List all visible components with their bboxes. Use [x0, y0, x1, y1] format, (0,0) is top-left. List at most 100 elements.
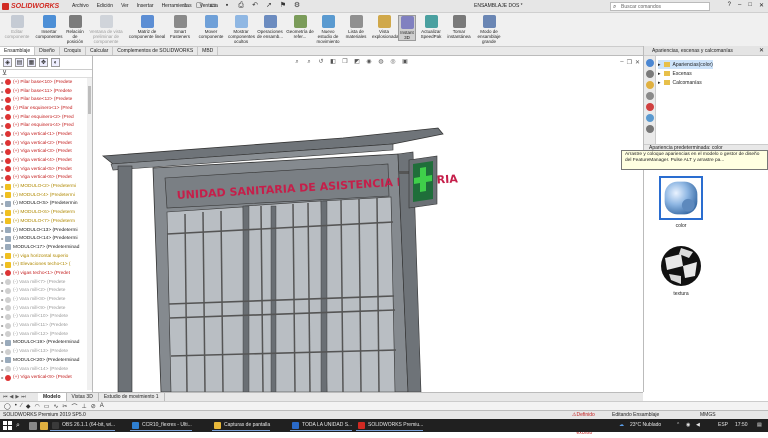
undo-icon[interactable]: ↶ [250, 1, 260, 11]
ribbon-button[interactable]: Geometría de refer... [286, 15, 314, 39]
tree-row[interactable]: ▸ (-) Vara mill<11> (Predete [0, 321, 92, 330]
tab-3[interactable]: Calcular [86, 47, 114, 55]
ribbon-button[interactable]: Editar componente [4, 15, 30, 39]
relations-tool-icon[interactable]: ⊘ [91, 403, 96, 410]
expand-arrow-icon[interactable]: ▸ [658, 62, 661, 68]
tab-5[interactable]: MBD [198, 47, 219, 55]
tree-row[interactable]: ▸ MODULO<20> (Predeterminad [0, 356, 92, 365]
tree-row[interactable]: ▸ (-) MODULO<13> (Predetermi [0, 226, 92, 235]
rectangle-tool-icon[interactable]: ▭ [44, 403, 50, 410]
ribbon-button[interactable]: Lista de materiales [342, 15, 370, 39]
feature-tree-icon[interactable]: ◈ [3, 58, 12, 67]
tree-row[interactable]: ▸ (+) Viga vertical<2> (Predet [0, 139, 92, 148]
file-explorer-tab-icon[interactable] [646, 81, 654, 89]
tree-row[interactable]: ▸ (+) MODULO<7> (Predeterm [0, 217, 92, 226]
last-tab-icon[interactable]: ⏭ [21, 394, 26, 400]
appearances-tree-item[interactable]: ▸ Apariencias(color) [658, 60, 713, 69]
search-commands-input[interactable]: ⌕ Buscar comandos [610, 2, 710, 11]
ribbon-button[interactable]: Tomar instantánea [446, 15, 472, 39]
ribbon-button[interactable]: Relación de posición [64, 15, 86, 44]
tray-chevron-icon[interactable]: ⌃ [676, 419, 680, 432]
file-explorer-icon[interactable] [40, 422, 48, 430]
bottom-tab-1[interactable]: Vistas 3D [67, 393, 99, 401]
taskbar-app[interactable]: TODA LA UNIDAD S... [290, 420, 353, 431]
view-palette-tab-icon[interactable] [646, 92, 654, 100]
menu-item[interactable]: Ver [121, 3, 129, 9]
tree-row[interactable]: ▸ (+) Viga vertical<4> (Predet [0, 156, 92, 165]
tree-row[interactable]: ▸ (-) MODULO<4> (Predetermi [0, 191, 92, 200]
menu-item[interactable]: Archivo [72, 3, 89, 9]
save-icon[interactable]: ▪ [222, 1, 232, 11]
tree-row[interactable]: ▸ (-) Pilar esquinero<1> (Pred [0, 104, 92, 113]
tab-1[interactable]: Diseño [35, 47, 60, 55]
solidworks-logo[interactable]: SOLIDWORKS [2, 2, 59, 11]
maximize-button[interactable]: □ [748, 2, 752, 9]
tab-4[interactable]: Complementos de SOLIDWORKS [113, 47, 199, 55]
tree-row[interactable]: ▸ (-) Vara mill<7> (Predete [0, 278, 92, 287]
tree-scrollbar[interactable] [87, 78, 92, 390]
solidworks-forum-tab-icon[interactable] [646, 125, 654, 133]
circle-tool-icon[interactable]: ◯ [4, 403, 11, 410]
tree-row[interactable]: ▸ (+) Viga vertical<3> (Predet [0, 148, 92, 157]
task-view-icon[interactable] [29, 422, 37, 430]
ribbon-button[interactable]: Instant 3D [398, 15, 416, 41]
spline-tool-icon[interactable]: ∿ [53, 403, 58, 410]
tree-row[interactable]: ▸ (-) Vara mill<14> (Predete [0, 365, 92, 374]
configuration-manager-icon[interactable]: ▦ [27, 58, 36, 67]
first-tab-icon[interactable]: ⏮ [3, 394, 8, 400]
tree-row[interactable]: ▸ (+) Pilar esquinero<2> (Pred [0, 113, 92, 122]
tree-scrollbar-thumb[interactable] [88, 86, 91, 114]
filter-icon[interactable]: ⊻ [0, 70, 92, 78]
trim-tool-icon[interactable]: ✂ [62, 403, 67, 410]
close-button[interactable]: ✕ [759, 2, 764, 9]
tree-row[interactable]: ▸ (-) Vara mill<10> (Predete [0, 313, 92, 322]
help-icon[interactable]: ? [728, 2, 731, 9]
line-tool-icon[interactable]: ∕ [21, 403, 22, 409]
ribbon-button[interactable]: Nuevo estudio de movimiento [316, 15, 340, 44]
custom-properties-tab-icon[interactable] [646, 114, 654, 122]
taskbar-app[interactable]: SOLIDWORKS Premiu... [356, 420, 424, 431]
tree-row[interactable]: ▸ (-) Vara mill<13> (Predete [0, 347, 92, 356]
rebuild-icon[interactable]: ⚑ [278, 1, 288, 11]
tree-row[interactable]: ▸ MODULO<17> (Predeterminad [0, 243, 92, 252]
tree-row[interactable]: ▸ (-) Vara mill<9> (Predete [0, 304, 92, 313]
texture-appearance-thumbnail[interactable] [659, 244, 703, 288]
tree-row[interactable]: ▸ (+) Viga vertical<5> (Predet [0, 165, 92, 174]
resources-tab-icon[interactable] [646, 59, 654, 67]
ribbon-button[interactable]: Vista explosionada [372, 15, 399, 39]
appearances-tree-item[interactable]: ▸ Calcomanías [658, 78, 713, 87]
display-manager-icon[interactable]: ◐ [51, 58, 60, 67]
taskbar-app[interactable]: OBS 26.1.1 (64-bit, wi... [50, 420, 116, 431]
ribbon-button[interactable]: Mostrar componentes ocultos [228, 15, 255, 44]
menu-item[interactable]: Insertar [137, 3, 154, 9]
network-icon[interactable]: ◉ [686, 419, 690, 432]
tree-row[interactable]: ▸ (+) Pilar base<12> (Predete [0, 95, 92, 104]
ribbon-button[interactable]: Smart Fasteners [168, 15, 192, 39]
text-tool-icon[interactable]: A [100, 403, 104, 409]
print-icon[interactable]: ⎙ [236, 1, 246, 11]
tree-row[interactable]: ▸ (-) MODULO<14> (Predetermi [0, 234, 92, 243]
tab-2[interactable]: Croquis [60, 47, 86, 55]
minimize-button[interactable]: – [738, 2, 741, 9]
point-tool-icon[interactable]: • [15, 403, 17, 409]
appearances-tab-icon[interactable] [646, 103, 654, 111]
tree-row[interactable]: ▸ (+) Pilar esquinero<4> (Pred [0, 121, 92, 130]
ribbon-button[interactable]: Actualizar SpeedPak [418, 15, 444, 39]
taskbar-search-icon[interactable]: ⌕ [16, 422, 20, 429]
taskbar-app[interactable]: CCR10_flexres - Ulti... [130, 420, 192, 431]
prev-tab-icon[interactable]: ◀ [10, 394, 14, 400]
options-icon[interactable]: ⚙ [292, 1, 302, 11]
weather-text[interactable]: 23°C Nublado [630, 419, 661, 432]
arc-tool-icon[interactable]: ◠ [34, 403, 39, 410]
graphics-area[interactable]: ⌕ ⌕ ↺ ◧ ❒ ◩ ◉ ◍ ◎ ▣ – ❐ ✕ UNIDAD SANITAR… [93, 56, 643, 392]
tree-row[interactable]: ▸ MODULO<19> (Predeterminad [0, 339, 92, 348]
select-arrow-icon[interactable]: ➚ [264, 1, 274, 11]
tree-row[interactable]: ▸ (+) Viga vertical<6> (Predet [0, 174, 92, 183]
dimxpert-icon[interactable]: ✥ [39, 58, 48, 67]
clock[interactable]: 17:50 [735, 419, 748, 432]
bottom-tab-2[interactable]: Estudio de movimiento 1 [99, 393, 165, 401]
pane-close-icon[interactable]: ✕ [759, 46, 764, 56]
tree-row[interactable]: ▸ (-) MODULO<5> (Predetermin [0, 200, 92, 209]
tree-row[interactable]: ▸ (-) Vara mill<8> (Predete [0, 295, 92, 304]
ribbon-button[interactable]: Operaciones de ensamb... [256, 15, 284, 39]
